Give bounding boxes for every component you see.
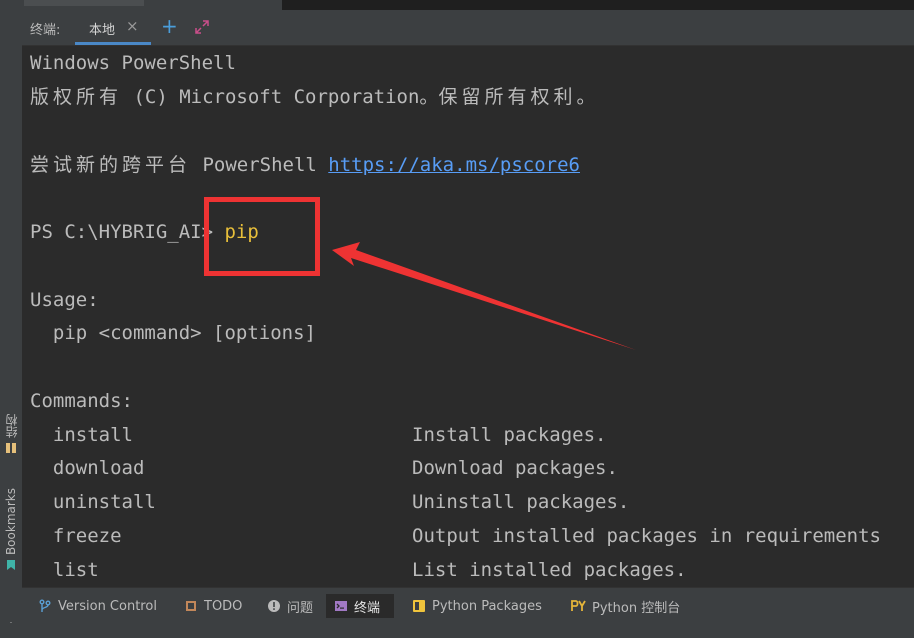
terminal-output[interactable]: Windows PowerShell 版权所有 (C) Microsoft Co… — [22, 46, 914, 587]
bookmark-icon — [7, 560, 15, 571]
rights-cjk: 保留所有权利。 — [438, 86, 600, 108]
commands-header: Commands: — [30, 390, 133, 412]
new-tab-button[interactable]: + — [161, 14, 178, 38]
branch-icon — [39, 599, 51, 612]
command-row: uninstall Uninstall packages. — [30, 485, 629, 519]
expand-icon[interactable] — [194, 19, 210, 35]
version-control-button[interactable]: Version Control — [30, 594, 165, 618]
pscore-link[interactable]: https://aka.ms/pscore6 — [328, 154, 580, 176]
structure-tool-button[interactable]: 结构 — [1, 414, 21, 454]
command-name: list — [30, 559, 99, 581]
python-console-icon — [571, 600, 586, 611]
bottom-tool-bar: Version Control TODO 问题 终端 Python Packag… — [22, 587, 914, 624]
python-packages-label: Python Packages — [432, 598, 542, 614]
usage-line: pip <command> [options] — [30, 322, 316, 344]
todo-label: TODO — [204, 598, 243, 614]
try-text: PowerShell — [191, 154, 329, 176]
command-name: download — [30, 457, 145, 479]
command-desc: Install packages. — [412, 424, 607, 446]
command-text: pip — [224, 221, 259, 243]
structure-label: 结构 — [4, 414, 19, 438]
command-row: install Install packages. — [30, 418, 607, 452]
try-cjk: 尝试新的跨平台 — [30, 154, 192, 176]
command-desc: Output installed packages in requirement… — [412, 525, 881, 547]
terminal-line: 版权所有 (C) Microsoft Corporation。保留所有权利。 — [30, 80, 599, 114]
status-bar — [0, 623, 914, 638]
terminal-line: Windows PowerShell — [30, 52, 236, 74]
command-desc: Download packages. — [412, 457, 618, 479]
command-name: uninstall — [30, 491, 156, 513]
command-name: install — [30, 424, 133, 446]
problems-icon — [268, 600, 280, 612]
top-dark-bar — [282, 0, 914, 10]
copyright-cjk: 版权所有 — [30, 86, 123, 108]
command-name: freeze — [30, 525, 122, 547]
prompt-line: PS C:\HYBRIG_AI> pip — [30, 215, 259, 249]
version-control-label: Version Control — [58, 598, 157, 614]
command-desc: List installed packages. — [412, 559, 687, 581]
tab-local[interactable]: 本地 × — [75, 10, 151, 45]
usage-header: Usage: — [30, 289, 99, 311]
active-tab-underline — [75, 42, 151, 45]
python-console-button[interactable]: Python 控制台 — [562, 594, 688, 618]
structure-icon — [6, 443, 16, 453]
bookmarks-label: Bookmarks — [4, 488, 18, 556]
prompt: PS C:\HYBRIG_AI> — [30, 221, 225, 243]
command-row: freeze Output installed packages in requi… — [30, 519, 881, 553]
close-icon[interactable]: × — [126, 17, 139, 35]
python-console-label: Python 控制台 — [592, 600, 681, 616]
terminal-tab-bar: 终端: 本地 × + — [22, 10, 914, 46]
package-icon — [413, 600, 425, 612]
problems-label: 问题 — [287, 600, 314, 616]
terminal-icon — [335, 601, 347, 611]
left-tool-stripe: 结构 Bookmarks — [0, 10, 23, 638]
command-desc: Uninstall packages. — [412, 491, 630, 513]
command-row: list List installed packages. — [30, 553, 687, 587]
command-row: download Download packages. — [30, 451, 618, 485]
top-strip — [0, 0, 914, 10]
terminal-label: 终端 — [354, 600, 381, 616]
terminal-line: 尝试新的跨平台 PowerShell https://aka.ms/pscore… — [30, 148, 580, 182]
tool-window-title: 终端: — [30, 23, 61, 38]
python-packages-button[interactable]: Python Packages — [404, 594, 550, 618]
editor-tab-hint — [24, 0, 144, 6]
terminal-button[interactable]: 终端 — [326, 594, 394, 618]
todo-icon — [186, 601, 196, 611]
tab-local-label: 本地 — [89, 23, 116, 38]
todo-button[interactable]: TODO — [176, 594, 250, 618]
copyright-text: (C) Microsoft Corporation。 — [122, 86, 439, 108]
bookmarks-tool-button[interactable]: Bookmarks — [1, 488, 21, 571]
problems-button[interactable]: 问题 — [259, 594, 321, 618]
